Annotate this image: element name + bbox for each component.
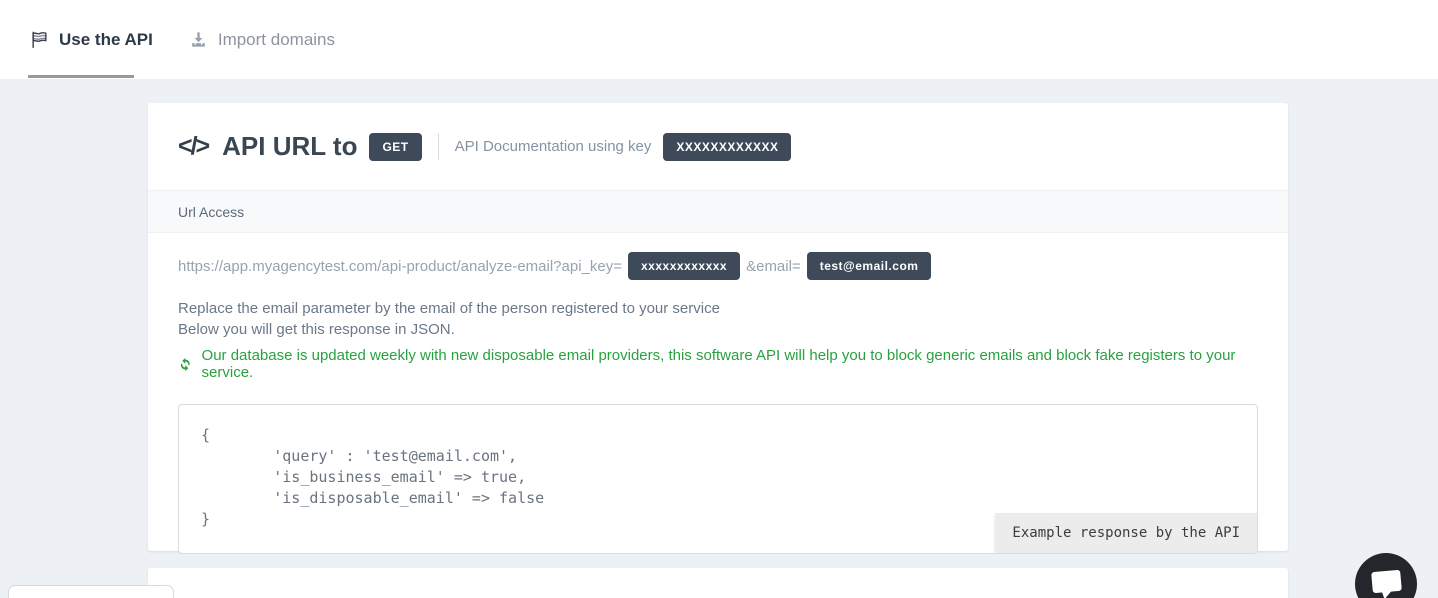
tab-label: Use the API [59, 30, 153, 50]
flag-icon [30, 30, 49, 49]
code-line: { [201, 425, 1235, 446]
database-update-note: Our database is updated weekly with new … [178, 347, 1258, 381]
active-tab-underline [28, 75, 134, 78]
example-response-code-block: { 'query' : 'test@email.com', 'is_busine… [178, 404, 1258, 554]
code-caption: Example response by the API [995, 513, 1257, 553]
tab-import-domains[interactable]: Import domains [189, 30, 335, 50]
http-method-badge: GET [369, 133, 421, 161]
bottom-left-panel [8, 585, 174, 598]
header-divider [438, 133, 439, 160]
sync-icon [178, 357, 193, 372]
instructions: Replace the email parameter by the email… [178, 298, 1258, 340]
instruction-line: Replace the email parameter by the email… [178, 298, 1258, 319]
api-url-row: https://app.myagencytest.com/api-product… [178, 252, 1258, 280]
code-line: 'is_disposable_email' => false [201, 488, 1235, 509]
card-title: API URL to [222, 131, 357, 162]
tab-label: Import domains [218, 30, 335, 50]
api-key-value-badge: xxxxxxxxxxxx [628, 252, 740, 280]
email-value-badge: test@email.com [807, 252, 932, 280]
email-param-label: &email= [746, 258, 801, 275]
chat-bubble-icon [1371, 569, 1402, 592]
top-tab-bar: Use the API Import domains [0, 0, 1438, 79]
note-text: Our database is updated weekly with new … [202, 347, 1258, 381]
tabs: Use the API Import domains [0, 0, 1438, 79]
code-line: 'is_business_email' => true, [201, 467, 1235, 488]
url-access-section-header: Url Access [148, 190, 1288, 233]
tab-use-the-api[interactable]: Use the API [30, 30, 153, 50]
section-label: Url Access [178, 204, 244, 220]
api-url-card: </> API URL to GET API Documentation usi… [148, 103, 1288, 551]
code-icon: </> [178, 132, 208, 161]
card-header: </> API URL to GET API Documentation usi… [148, 103, 1288, 190]
code-line: 'query' : 'test@email.com', [201, 446, 1235, 467]
chat-launcher-button[interactable] [1355, 553, 1417, 598]
download-icon [189, 30, 208, 49]
api-url-base: https://app.myagencytest.com/api-product… [178, 258, 622, 275]
card-body: https://app.myagencytest.com/api-product… [148, 252, 1288, 554]
instruction-line: Below you will get this response in JSON… [178, 319, 1258, 340]
api-key-masked-badge: XXXXXXXXXXXX [663, 133, 791, 161]
secondary-card [148, 568, 1288, 598]
card-subtitle: API Documentation using key [455, 138, 652, 155]
